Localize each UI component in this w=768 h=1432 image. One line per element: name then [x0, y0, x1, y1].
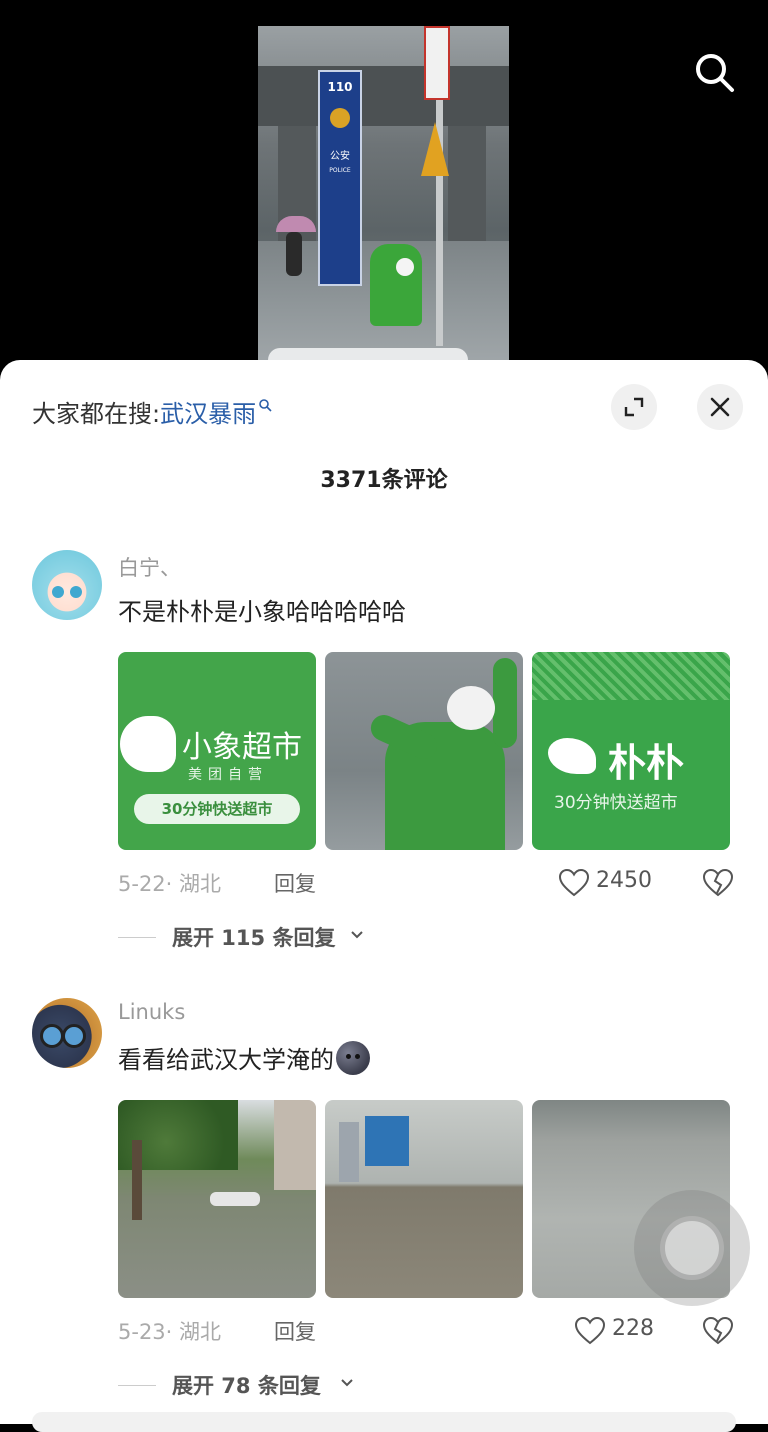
avatar-glasses	[62, 1024, 86, 1048]
video-warning-sign	[421, 122, 449, 176]
avatar-eye	[70, 586, 82, 598]
comment-date-location: 5-22· 湖北	[118, 872, 222, 896]
police-badge	[330, 108, 350, 128]
rider-helmet	[447, 686, 495, 730]
reply-button[interactable]: 回复	[274, 1316, 316, 1346]
comment-username[interactable]: Linuks	[118, 1000, 185, 1024]
comment-meta: 5-23· 湖北 回复 228	[118, 1316, 738, 1350]
image-sign-title: 朴朴	[608, 741, 685, 785]
flood-building	[274, 1100, 316, 1190]
comment-username[interactable]: 白宁、	[118, 552, 181, 582]
elephant-logo-icon	[120, 716, 176, 772]
reply-button[interactable]: 回复	[274, 868, 316, 898]
chevron-down-icon	[341, 1379, 353, 1387]
like-count: 2450	[596, 868, 652, 893]
video-yield-sign	[424, 26, 450, 100]
video-delivery-rider	[370, 244, 422, 326]
image-sign-subtitle: 美团自营	[188, 767, 268, 783]
dislike-heart-icon[interactable]	[702, 1316, 734, 1346]
flood-tree-trunk	[132, 1140, 142, 1220]
comment-images: 小象超市 美团自营 30分钟快送超市 朴朴 30分钟快送超市	[118, 652, 731, 852]
comment-meta: 5-22· 湖北 回复 2450	[118, 868, 738, 902]
comment-count: 3371条评论	[320, 468, 448, 493]
sheet-header: 大家都在搜:武汉暴雨	[0, 360, 768, 460]
divider-line	[118, 1385, 156, 1386]
small-search-icon	[258, 390, 272, 412]
comment-image[interactable]: 朴朴 30分钟快送超市	[532, 652, 730, 850]
comment-image[interactable]	[325, 652, 523, 850]
avatar[interactable]	[32, 550, 102, 620]
avatar-eye	[52, 586, 64, 598]
heart-icon	[574, 1316, 606, 1345]
emoji-icon	[336, 1041, 370, 1075]
comment-image[interactable]	[118, 1100, 316, 1298]
search-button[interactable]	[690, 48, 738, 96]
trending-term[interactable]: 武汉暴雨	[160, 400, 256, 428]
comment-text[interactable]: 不是朴朴是小象哈哈哈哈哈	[118, 592, 406, 627]
trending-prefix: 大家都在搜:	[32, 400, 161, 428]
video-frame[interactable]: 110 公安 POLICE	[258, 26, 509, 366]
image-sign-tag: 30分钟快送超市	[134, 794, 300, 824]
dislike-heart-icon[interactable]	[702, 868, 734, 898]
expand-icon	[624, 397, 644, 417]
divider-line	[118, 937, 156, 938]
comment-date-location: 5-23· 湖北	[118, 1320, 222, 1344]
close-button[interactable]	[697, 384, 743, 430]
flood-notice-board	[365, 1116, 409, 1166]
close-icon	[710, 397, 730, 417]
rider-arm	[493, 658, 517, 748]
comment-text: 看看给武汉大学淹的	[118, 1046, 334, 1074]
police-box: 110 公安 POLICE	[318, 70, 362, 286]
flood-door	[339, 1122, 359, 1182]
expand-replies-label: 展开 115 条回复	[172, 926, 336, 950]
heart-icon	[558, 868, 590, 897]
avatar-glasses	[40, 1024, 64, 1048]
expand-replies-label: 展开 78 条回复	[172, 1374, 321, 1398]
video-pillar	[448, 126, 486, 246]
police-box-subtext: POLICE	[329, 167, 351, 174]
comment-input-bar[interactable]	[32, 1412, 736, 1432]
comment-image[interactable]	[325, 1100, 523, 1298]
search-icon	[696, 54, 734, 92]
image-sign-title: 小象超市	[182, 730, 302, 765]
video-rider-helmet	[396, 258, 414, 276]
police-box-text: 公安	[330, 151, 350, 162]
assistive-touch-inner	[660, 1216, 724, 1280]
video-player[interactable]: 110 公安 POLICE	[0, 0, 768, 380]
trending-search[interactable]: 大家都在搜:武汉暴雨	[32, 394, 272, 429]
video-bridge	[258, 66, 509, 126]
mesh-pattern	[532, 652, 730, 700]
assistive-touch-button[interactable]	[634, 1190, 750, 1306]
image-sign-subtitle: 30分钟快送超市	[554, 793, 678, 813]
chevron-down-icon	[351, 931, 363, 939]
police-box-label: 公安 POLICE	[320, 150, 360, 177]
expand-button[interactable]	[611, 384, 657, 430]
comment-text-row[interactable]: 看看给武汉大学淹的	[118, 1040, 370, 1078]
video-pedestrian	[286, 232, 302, 276]
avatar[interactable]	[32, 998, 102, 1068]
like-count: 228	[612, 1316, 654, 1341]
flood-car	[210, 1192, 260, 1206]
comment-image[interactable]: 小象超市 美团自营 30分钟快送超市	[118, 652, 316, 850]
bird-logo-icon	[548, 738, 596, 774]
police-box-number: 110	[327, 80, 353, 94]
